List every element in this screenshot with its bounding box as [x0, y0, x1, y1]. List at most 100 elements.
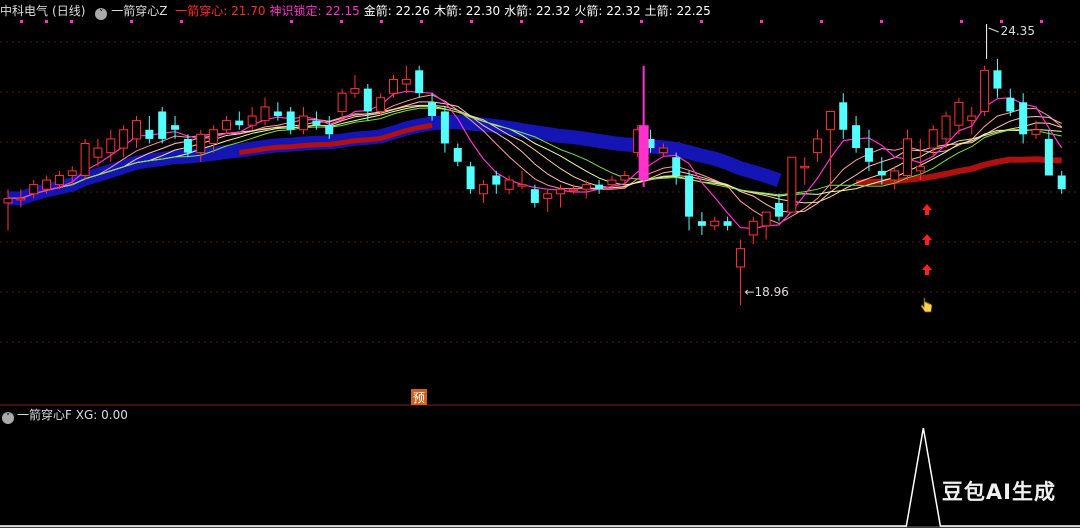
- marker-dot: [70, 20, 73, 23]
- candle-body-down: [993, 70, 1002, 89]
- marker-dot: [20, 20, 23, 23]
- candle-body-down: [235, 120, 244, 126]
- header-value-item: 木箭: 22.30: [433, 4, 501, 18]
- candle-body-down: [877, 170, 886, 176]
- candle-body-up: [42, 179, 52, 190]
- candle-body-up: [825, 110, 835, 131]
- candle-body-up: [478, 184, 488, 195]
- marker-dot: [180, 20, 183, 23]
- candle-body-down: [864, 148, 873, 162]
- candle-body-down: [145, 129, 154, 139]
- header-value-item: 金箭: 22.26: [363, 4, 430, 18]
- buy-arrow-icon: [922, 204, 932, 215]
- candle-body-down: [466, 166, 475, 190]
- candle-body-up: [196, 133, 206, 154]
- candle-body-down: [1006, 97, 1015, 112]
- candle-body-down: [492, 175, 501, 185]
- candle-body-up: [748, 220, 758, 236]
- chevron-down-icon[interactable]: ˅: [2, 412, 14, 424]
- candle-body-up: [260, 106, 270, 122]
- high-arrow: [988, 27, 999, 33]
- candle-body-up: [209, 129, 219, 144]
- signal-candle-body: [638, 125, 649, 181]
- candle-body-up: [376, 97, 386, 112]
- candlestick-chart[interactable]: 24.35 ←18.96 预: [0, 0, 1080, 528]
- xg-signal-line: [0, 427, 1080, 527]
- candle-body-up: [787, 156, 797, 213]
- candle-body-down: [1057, 175, 1066, 190]
- marker-dot: [340, 20, 343, 23]
- candle-body-down: [363, 88, 372, 112]
- xg-value: 0.00: [101, 408, 128, 422]
- marker-dot: [520, 20, 523, 23]
- candle-body-down: [312, 120, 321, 126]
- candle-body-up: [543, 193, 553, 199]
- marker-dot: [1040, 20, 1043, 23]
- candle-body-up: [607, 179, 617, 186]
- xg-label: XG:: [75, 408, 98, 422]
- candle-body-up: [350, 88, 360, 94]
- candle-body-up: [3, 197, 13, 204]
- candle-body-up: [504, 179, 514, 190]
- candle-body-up: [67, 170, 77, 176]
- candle-body-up: [980, 69, 990, 112]
- candle-body-down: [273, 111, 282, 117]
- candle-body-up: [119, 129, 129, 149]
- marker-dot: [760, 20, 763, 23]
- indicator-values: 一箭穿心: 21.70 神识锁定: 22.15 金箭: 22.26 木箭: 22.30…: [175, 4, 715, 18]
- marker-dot: [820, 20, 823, 23]
- sub-indicator-name[interactable]: 一箭穿心F: [17, 408, 72, 422]
- indicator-name[interactable]: 一箭穿心Z: [111, 4, 167, 18]
- candle-body-up: [620, 174, 630, 181]
- marker-dot: [290, 20, 293, 23]
- high-price-label: 24.35: [1001, 24, 1035, 38]
- candle-body-down: [1044, 138, 1053, 176]
- header-value-item: 火箭: 22.32: [574, 4, 641, 18]
- stock-name[interactable]: 中科电气: [0, 4, 48, 18]
- marker-dot: [1000, 20, 1003, 23]
- candle-body-up: [93, 147, 103, 158]
- watermark-text: 豆包AI生成: [941, 480, 1056, 504]
- candle-body-up: [247, 115, 257, 126]
- marker-dot: [380, 20, 383, 23]
- candle-body-down: [440, 111, 449, 144]
- marker-dot: [470, 20, 473, 23]
- candle-body-up: [761, 211, 771, 227]
- candle-body-down: [775, 202, 783, 217]
- period-label: (日线): [52, 4, 86, 18]
- marker-dot: [960, 20, 963, 23]
- candle-body-up: [710, 220, 720, 227]
- candle-body-up: [581, 184, 591, 190]
- marker-dot: [880, 20, 883, 23]
- candle-body-up: [106, 138, 116, 154]
- candle-body-down: [839, 102, 848, 130]
- candle-body-up: [903, 138, 912, 176]
- candle-body-up: [80, 142, 90, 176]
- candle-body-up: [299, 115, 309, 131]
- candle-body-up: [132, 120, 141, 140]
- candle-body-down: [183, 138, 192, 153]
- marker-dot: [640, 20, 643, 23]
- candle-body-down: [415, 70, 424, 94]
- candle-body-down: [453, 148, 462, 162]
- candle-body-up: [941, 115, 951, 140]
- candle-body-up: [800, 165, 810, 169]
- candle-body-down: [595, 184, 604, 190]
- candle-body-down: [158, 111, 167, 139]
- sub-chart-header: ˅ 一箭穿心F XG: 0.00: [0, 406, 128, 424]
- candle-body-up: [928, 129, 938, 149]
- candle-body-up: [401, 78, 411, 85]
- candle-body-down: [672, 157, 681, 176]
- candle-body-down: [428, 102, 437, 117]
- candle-body-up: [389, 78, 398, 94]
- chevron-down-icon[interactable]: ˅: [95, 8, 108, 20]
- candle-body-up: [556, 188, 566, 195]
- candle-body-up: [735, 248, 745, 268]
- candle-body-up: [967, 115, 977, 122]
- candle-body-up: [568, 188, 578, 192]
- candle-body-down: [171, 125, 180, 130]
- candle-body-up: [16, 197, 26, 201]
- candle-body-up: [517, 184, 527, 187]
- candle-body-up: [954, 101, 964, 126]
- chart-header: 中科电气 (日线) ˅ 一箭穿心Z 一箭穿心: 21.70 神识锁定: 22.15 金箭…: [0, 2, 719, 20]
